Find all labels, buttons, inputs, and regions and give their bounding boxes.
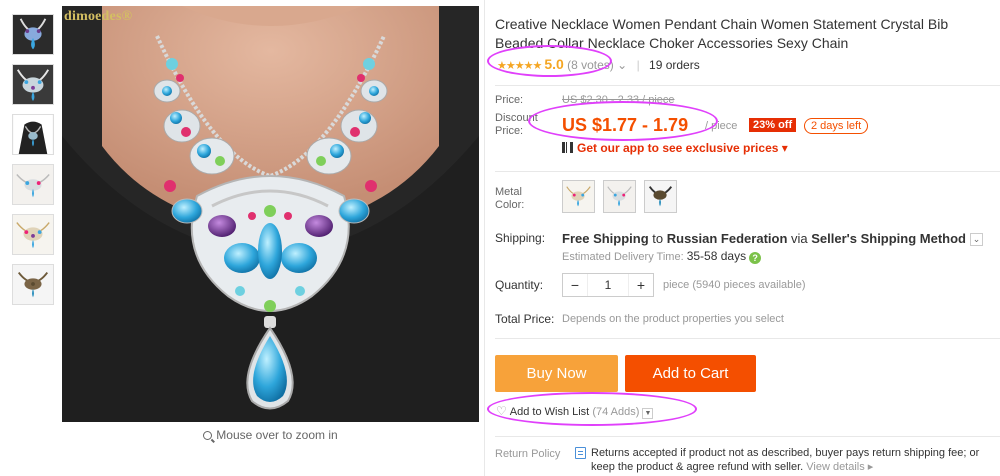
discount-price: US $1.77 - 1.79 [562, 115, 689, 135]
separator-line [495, 85, 1000, 86]
shipping-via-text: via [787, 231, 812, 246]
thumbnail-4[interactable] [12, 164, 54, 205]
zoom-hint: Mouse over to zoom in [62, 428, 479, 442]
separator-line [495, 171, 1000, 172]
vertical-divider [484, 0, 485, 476]
thumbnail-6[interactable] [12, 264, 54, 305]
magnifier-icon [203, 431, 213, 440]
divider: | [636, 58, 640, 72]
metal-color-label-line2: Color: [495, 199, 525, 211]
quantity-input[interactable] [587, 274, 629, 296]
color-options [562, 180, 685, 213]
wish-list-label: Add to Wish List [509, 406, 590, 418]
main-product-image[interactable]: dimoedes® [62, 6, 479, 422]
color-option-2[interactable] [603, 180, 636, 213]
chevron-down-icon[interactable]: ⌄ [617, 58, 627, 72]
color-option-3[interactable] [644, 180, 677, 213]
discount-label-line2: Price: [495, 125, 524, 137]
price-label: Price: [495, 94, 524, 106]
separator-line [495, 436, 1000, 437]
quantity-available: piece (5940 pieces available) [663, 279, 806, 291]
delivery-time: Estimated Delivery Time: 35-58 days? [562, 249, 762, 264]
thumbnail-list [12, 14, 54, 314]
shipping-country: Russian Federation [666, 231, 788, 246]
wish-list-count: (74 Adds) [592, 406, 640, 418]
color-option-1[interactable] [562, 180, 595, 213]
discount-badge: 23% off [749, 118, 797, 132]
shipping-method-selector[interactable]: Free Shipping to Russian Federation via … [562, 231, 984, 246]
view-details-link[interactable]: View details ▸ [806, 461, 873, 473]
delivery-days: 35-58 days [686, 249, 747, 263]
rating-votes-link[interactable]: (8 votes) [567, 58, 614, 72]
quantity-increase-button[interactable]: + [629, 274, 653, 296]
add-to-cart-button[interactable]: Add to Cart [625, 355, 756, 392]
metal-color-label: Metal Color: [495, 186, 524, 212]
brand-watermark: dimoedes® [64, 9, 133, 24]
discount-label-line1: Discount [495, 112, 538, 124]
thumbnail-5[interactable] [12, 214, 54, 255]
app-promo-text: Get our app to see exclusive prices ▾ [577, 141, 788, 155]
product-title: Creative Necklace Women Pendant Chain Wo… [495, 16, 949, 51]
buy-now-button[interactable]: Buy Now [495, 355, 618, 392]
thumbnail-3[interactable] [12, 114, 54, 155]
free-shipping-text: Free Shipping [562, 231, 649, 246]
app-promo-link[interactable]: Get our app to see exclusive prices ▾ [562, 141, 788, 155]
delivery-label: Estimated Delivery Time: [562, 251, 687, 263]
chevron-down-icon[interactable]: ⌄ [970, 233, 984, 246]
chevron-down-icon[interactable]: ▼ [642, 408, 654, 419]
days-left-badge: 2 days left [804, 118, 869, 134]
thumbnail-1[interactable] [12, 14, 54, 55]
rating-stars-icon: ★★★★★ [497, 60, 542, 72]
return-policy-label: Return Policy [495, 448, 561, 460]
rating-score: 5.0 [544, 56, 564, 72]
heart-icon: ♡ [496, 404, 507, 418]
return-policy-description: Returns accepted if product not as descr… [591, 447, 980, 473]
necklace-illustration [62, 6, 479, 422]
add-to-wish-list[interactable]: ♡ Add to Wish List (74 Adds) ▼ [496, 404, 654, 419]
orders-count: 19 orders [649, 58, 700, 72]
rating-row: ★★★★★ 5.0 (8 votes) ⌄ | 19 orders [497, 56, 700, 72]
separator-line [495, 338, 1000, 339]
total-price-note: Depends on the product properties you se… [562, 313, 784, 325]
quantity-stepper: − + [562, 273, 654, 297]
return-policy-text: Returns accepted if product not as descr… [591, 446, 986, 474]
total-price-label: Total Price: [495, 312, 555, 326]
discount-label: Discount Price: [495, 112, 538, 138]
shipping-label: Shipping: [495, 231, 546, 245]
qr-code-icon [562, 142, 573, 153]
zoom-hint-text: Mouse over to zoom in [216, 428, 338, 442]
quantity-decrease-button[interactable]: − [563, 274, 587, 296]
per-piece-unit: / piece [705, 120, 738, 132]
shipping-method: Seller's Shipping Method [811, 231, 967, 246]
quantity-label: Quantity: [495, 278, 544, 292]
metal-color-label-line1: Metal [495, 186, 522, 198]
thumbnail-2[interactable] [12, 64, 54, 105]
return-policy-icon [575, 447, 586, 459]
shipping-to-text: to [648, 231, 667, 246]
original-price: US $2.30 - 2.33 / piece [562, 94, 675, 106]
help-icon[interactable]: ? [749, 252, 762, 264]
